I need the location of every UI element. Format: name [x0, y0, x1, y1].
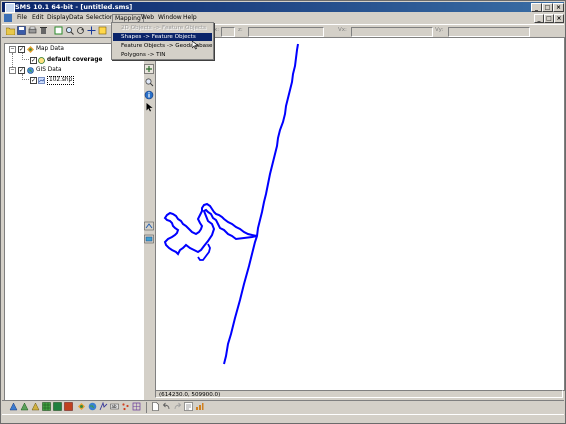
- coverage-checkbox[interactable]: ✓: [30, 57, 37, 64]
- print-icon[interactable]: [28, 26, 37, 35]
- annotation-module-icon[interactable]: ab: [110, 402, 119, 411]
- expand-gis-data[interactable]: −: [9, 67, 16, 74]
- menu-item-polygons-to-tin[interactable]: Polygons -> TIN: [113, 51, 212, 59]
- menu-bar: File Edit Display Data Selection Mapping…: [2, 13, 564, 23]
- shapefile-checkbox[interactable]: ✓: [30, 77, 37, 84]
- tin-module-icon[interactable]: [53, 402, 62, 411]
- cartesian-grid-icon[interactable]: [42, 402, 51, 411]
- close-button[interactable]: ×: [553, 3, 564, 12]
- svg-text:ab: ab: [112, 404, 117, 409]
- menu-data[interactable]: Data: [67, 14, 85, 22]
- map-data-checkbox[interactable]: ✓: [18, 46, 25, 53]
- particle-module-icon[interactable]: [99, 402, 108, 411]
- create-arc-icon[interactable]: [144, 221, 154, 231]
- tree-connector: [12, 53, 13, 67]
- tree-item-default-coverage[interactable]: default coverage: [47, 56, 102, 65]
- menu-edit[interactable]: Edit: [30, 14, 46, 22]
- menu-window[interactable]: Window: [156, 14, 184, 22]
- tree-item-map-data[interactable]: Map Data: [36, 45, 64, 54]
- map-module-icon[interactable]: [77, 402, 86, 411]
- shapefile-arc: [223, 43, 299, 365]
- gis-data-checkbox[interactable]: ✓: [18, 67, 25, 74]
- mouse-cursor-icon: [192, 41, 199, 50]
- cursor-coordinates: (614230.0, 509900.0): [155, 390, 563, 398]
- toolbar-separator: [146, 402, 147, 413]
- rotate-icon[interactable]: [76, 26, 85, 35]
- mesh-module-icon[interactable]: [9, 402, 18, 411]
- pan-icon[interactable]: [87, 26, 96, 35]
- pointer-tool-icon[interactable]: [144, 102, 154, 112]
- shapefile-inlet: [163, 202, 258, 256]
- delete-icon[interactable]: [39, 26, 48, 35]
- redo-icon[interactable]: [173, 402, 182, 411]
- status-bar: [2, 414, 564, 423]
- mdi-restore-button[interactable]: □: [544, 14, 554, 23]
- app-window: SMS 10.1 64-bit - [untitled.sms] _ □ × F…: [0, 0, 566, 424]
- coord-z-label: z:: [238, 27, 243, 33]
- plot-wizard-icon[interactable]: [195, 402, 204, 411]
- new-file-icon[interactable]: [151, 402, 160, 411]
- coord-vy-box: [448, 27, 530, 37]
- app-icon: [5, 3, 15, 13]
- coverage-icon: [38, 57, 45, 64]
- coord-x-label: x:: [214, 27, 220, 33]
- scatter-points-icon[interactable]: [121, 402, 130, 411]
- raster-module-icon[interactable]: [64, 402, 73, 411]
- undo-icon[interactable]: [162, 402, 171, 411]
- coord-vx-box: [351, 27, 433, 37]
- shapefile-icon: [38, 77, 45, 84]
- mdi-close-button[interactable]: ×: [554, 14, 564, 23]
- display-options-icon[interactable]: [98, 26, 107, 35]
- expand-map-data[interactable]: −: [9, 46, 16, 53]
- title-bar: SMS 10.1 64-bit - [untitled.sms] _ □ ×: [2, 2, 564, 13]
- menu-item-shapes-to-feature[interactable]: Shapes -> Feature Objects: [113, 33, 212, 41]
- select-feature-icon[interactable]: [144, 64, 154, 74]
- tree-item-shapefile[interactable]: 102.shp: [47, 76, 75, 85]
- tree-connector: [22, 59, 29, 60]
- mapping-menu-dropdown: 2D Objects -> Feature Objects Shapes -> …: [111, 22, 214, 60]
- coord-x-box: [221, 27, 235, 37]
- tree-item-gis-data[interactable]: GIS Data: [36, 66, 62, 75]
- zoom-tool-icon[interactable]: [144, 77, 154, 87]
- document-icon[interactable]: [4, 14, 12, 22]
- globe-icon: [27, 67, 34, 74]
- main-toolbar: x: z: Vx: Vy:: [2, 24, 564, 38]
- tree-connector: [22, 79, 29, 80]
- menu-selection[interactable]: Selection: [84, 14, 116, 22]
- grid-module-icon[interactable]: [20, 402, 29, 411]
- menu-web[interactable]: Web: [139, 14, 156, 22]
- menu-file[interactable]: File: [15, 14, 29, 22]
- coord-vx-label: Vx:: [338, 27, 347, 33]
- zoom-icon[interactable]: [65, 26, 74, 35]
- create-polygon-icon[interactable]: [144, 234, 154, 244]
- save-icon[interactable]: [17, 26, 26, 35]
- map-canvas[interactable]: [156, 38, 564, 390]
- open-folder-icon[interactable]: [6, 26, 15, 35]
- mdi-minimize-button[interactable]: _: [534, 14, 544, 23]
- frame-icon[interactable]: [54, 26, 63, 35]
- quadtree-module-icon[interactable]: [132, 402, 141, 411]
- properties-icon[interactable]: [184, 402, 193, 411]
- gis-module-icon[interactable]: [88, 402, 97, 411]
- bottom-toolbar: ab: [2, 400, 564, 414]
- coord-vy-label: Vy:: [435, 27, 444, 33]
- info-tool-icon[interactable]: [144, 90, 154, 100]
- menu-item-2d-to-feature[interactable]: 2D Objects -> Feature Objects: [113, 24, 212, 32]
- graphics-window[interactable]: [155, 37, 565, 391]
- coord-z-box: [248, 27, 324, 37]
- minimize-button[interactable]: _: [531, 3, 542, 12]
- map-data-icon: [27, 46, 34, 53]
- window-title: SMS 10.1 64-bit - [untitled.sms]: [15, 3, 133, 11]
- scatter-module-icon[interactable]: [31, 402, 40, 411]
- maximize-button[interactable]: □: [542, 3, 553, 12]
- project-explorer: − ✓ Map Data ✓ default coverage − ✓ GIS …: [4, 43, 144, 401]
- menu-help[interactable]: Help: [181, 14, 199, 22]
